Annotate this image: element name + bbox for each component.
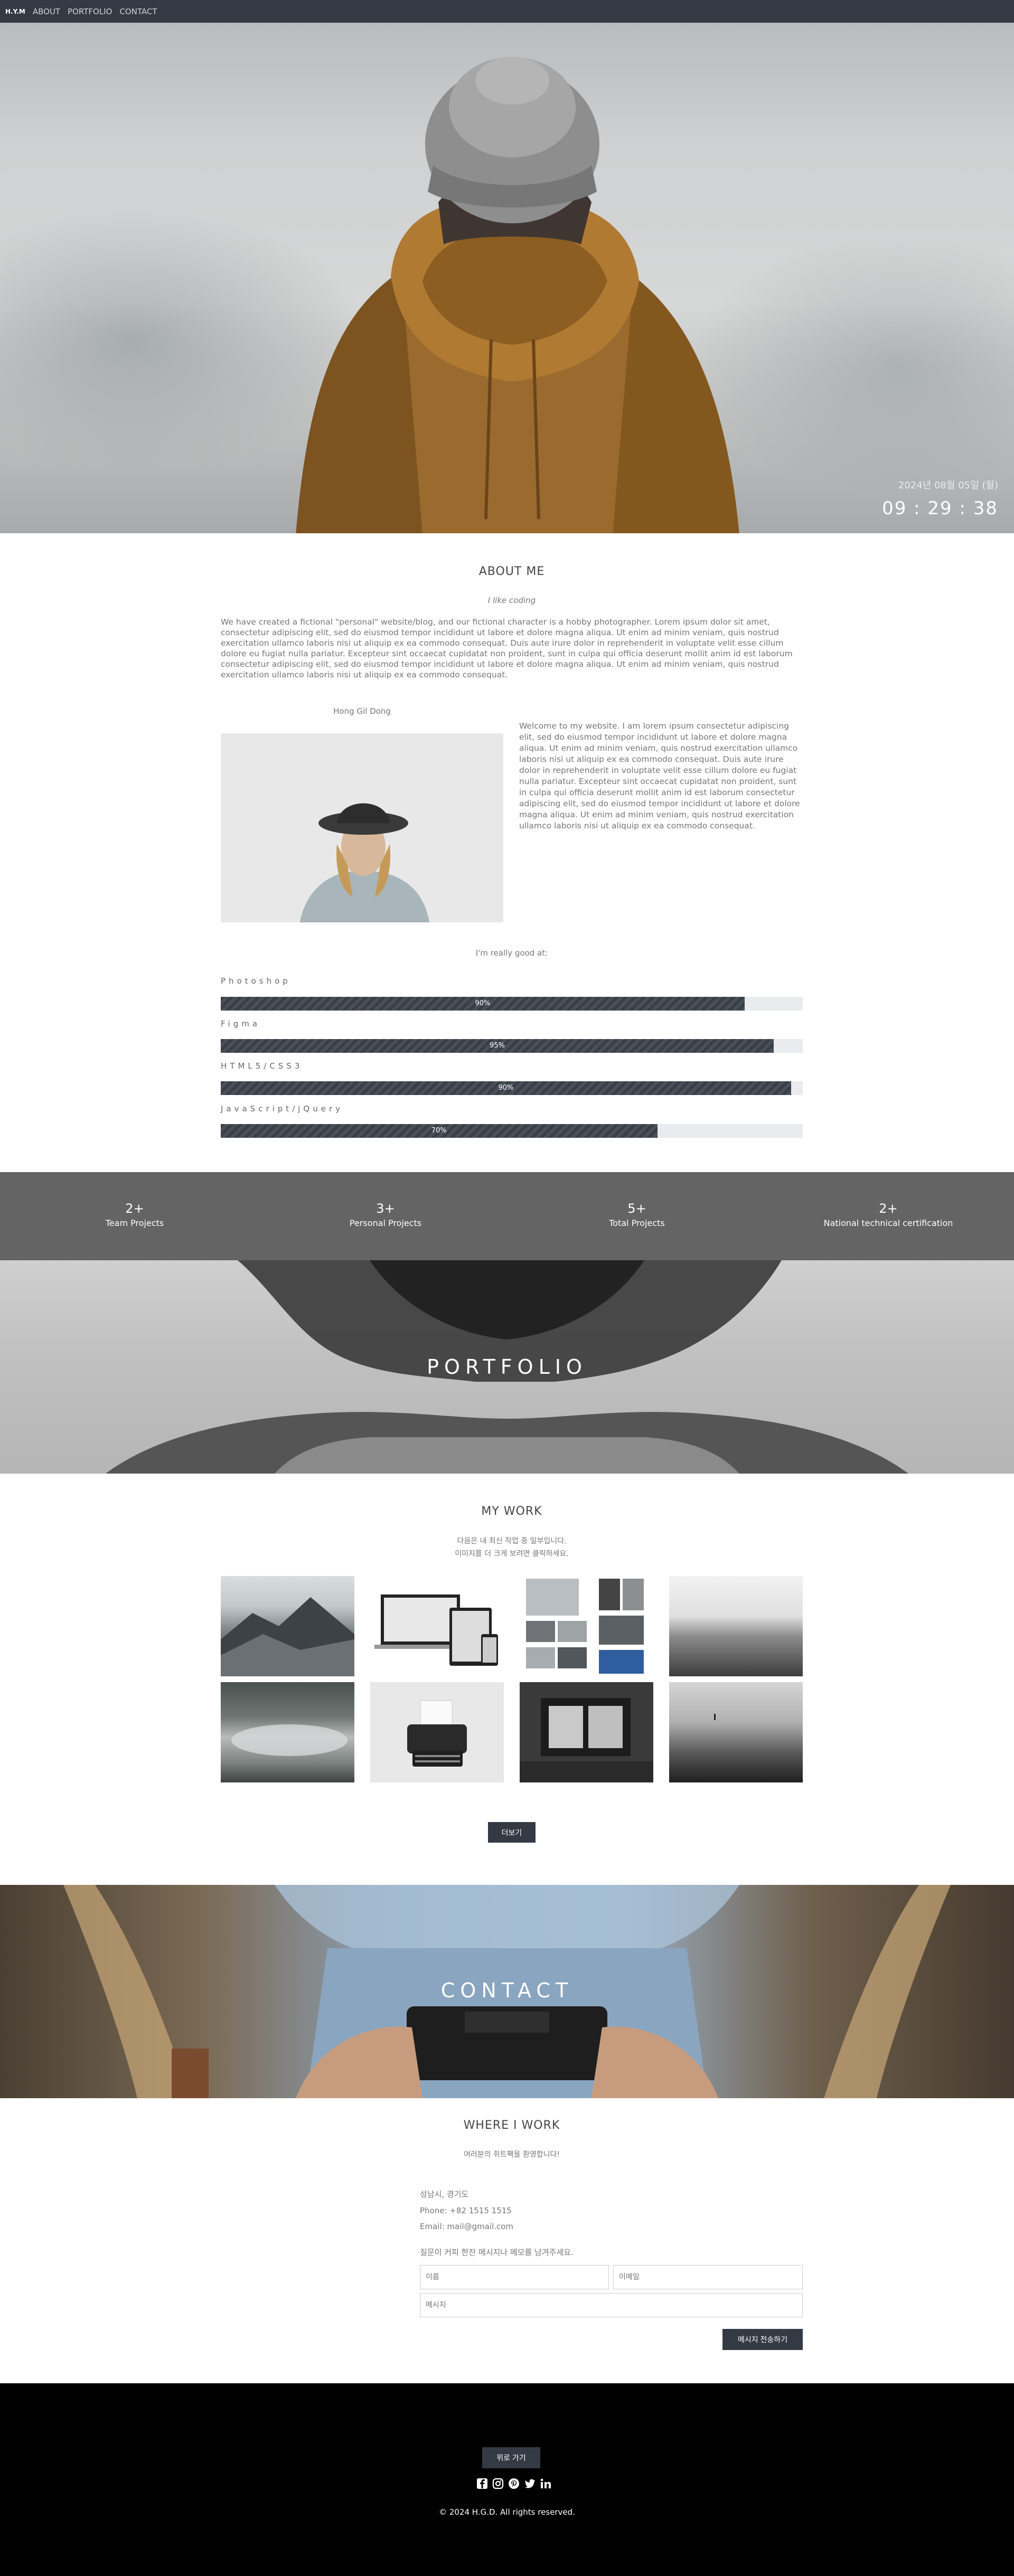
portfolio-thumb-mountain[interactable] (221, 1576, 354, 1676)
name-field[interactable] (420, 2265, 609, 2289)
skill-label-javascript: JavaScript/jQuery (221, 1104, 343, 1114)
stat-label: Personal Projects (349, 1218, 422, 1228)
hero-date: 2024년 08월 05일 (월) (898, 480, 998, 491)
copyright: © 2024 H.G.D. All rights reserved. (439, 2507, 575, 2517)
twitter-icon[interactable] (524, 2478, 536, 2489)
top-navbar: H.Y.M ABOUT PORTFOLIO CONTACT (0, 0, 1014, 23)
linkedin-icon[interactable] (540, 2478, 551, 2489)
facebook-icon[interactable] (476, 2478, 488, 2489)
profile-name: Hong Gil Dong (333, 706, 391, 716)
skill-bar-html-css: 90% (221, 1081, 803, 1095)
portfolio-thumb-forest-fog[interactable] (221, 1682, 354, 1782)
contact-phone: Phone: +82 1515 1515 (420, 2206, 512, 2215)
skill-label-html-css: HTML5/CSS3 (221, 1061, 303, 1071)
contact-email: Email: mail@gmail.com (420, 2222, 514, 2231)
skill-bar-fill: 90% (221, 1081, 791, 1095)
portfolio-thumb-train-window[interactable] (520, 1682, 653, 1782)
my-work-title: MY WORK (481, 1505, 542, 1518)
contact-banner: CONTACT (0, 1885, 1014, 2098)
social-links (476, 2478, 551, 2492)
stat-certification: 2+ National technical certification (809, 1201, 968, 1228)
stat-number: 3+ (376, 1201, 395, 1216)
stat-total-projects: 5+ Total Projects (558, 1201, 716, 1228)
hero-person-image (296, 57, 739, 533)
skill-bar-figma: 95% (221, 1039, 803, 1053)
skill-bar-photoshop: 90% (221, 997, 803, 1011)
skill-label-photoshop: Photoshop (221, 976, 291, 986)
portfolio-thumb-devices[interactable] (370, 1576, 504, 1676)
portfolio-thumb-typewriter[interactable] (370, 1682, 504, 1782)
nav-link-portfolio[interactable]: PORTFOLIO (68, 7, 112, 16)
profile-bio: Welcome to my website. I am lorem ipsum … (519, 721, 800, 831)
where-i-work-subtitle: 여러분의 취트팩을 환영합니다! (464, 2150, 560, 2159)
contact-city: 성남시, 경기도 (420, 2190, 469, 2199)
message-field[interactable] (420, 2293, 803, 2317)
stat-personal-projects: 3+ Personal Projects (306, 1201, 465, 1228)
brand-logo[interactable]: H.Y.M (5, 8, 25, 15)
portfolio-thumb-gallery[interactable] (520, 1576, 653, 1676)
stat-number: 2+ (125, 1201, 144, 1216)
stat-number: 2+ (879, 1201, 898, 1216)
portfolio-thumb-beach[interactable] (669, 1682, 803, 1782)
stat-number: 5+ (627, 1201, 646, 1216)
portfolio-banner: PORTFOLIO (0, 1260, 1014, 1474)
contact-prompt: 질문이 커피 한잔 메시지나 메모를 남겨주세요. (420, 2248, 574, 2257)
about-intro: We have created a fictional "personal" w… (221, 617, 793, 680)
stats-section: 2+ Team Projects 3+ Personal Projects 5+… (0, 1172, 1014, 1260)
stat-label: Team Projects (105, 1218, 164, 1228)
stat-label: National technical certification (823, 1218, 953, 1228)
skills-title: I'm really good at: (475, 948, 548, 958)
email-field[interactable] (613, 2265, 803, 2289)
hero-banner: 2024년 08월 05일 (월) 09 : 29 : 38 (0, 23, 1014, 533)
skill-bar-fill: 95% (221, 1039, 774, 1053)
skill-bar-fill: 90% (221, 997, 745, 1011)
stat-label: Total Projects (609, 1218, 665, 1228)
hero-clock: 09 : 29 : 38 (882, 498, 998, 519)
nav-link-about[interactable]: ABOUT (33, 7, 60, 16)
skill-bar-javascript: 70% (221, 1124, 803, 1138)
portfolio-banner-title: PORTFOLIO (427, 1355, 587, 1379)
about-subtitle: I like coding (487, 596, 536, 605)
stat-team-projects: 2+ Team Projects (55, 1201, 214, 1228)
profile-photo (221, 733, 503, 922)
nav-link-contact[interactable]: CONTACT (119, 7, 157, 16)
send-message-button[interactable]: 메시지 전송하기 (722, 2329, 803, 2350)
my-work-desc-2: 이미지를 더 크게 보려면 클릭하세요. (455, 1550, 569, 1558)
skill-bar-fill: 70% (221, 1124, 658, 1138)
pinterest-icon[interactable] (508, 2478, 520, 2489)
portfolio-thumb-sea[interactable] (669, 1576, 803, 1676)
more-button[interactable]: 더보기 (488, 1822, 536, 1843)
my-work-desc-1: 다음은 내 최신 작업 중 일부입니다. (457, 1537, 567, 1545)
back-to-top-button[interactable]: 위로 가기 (482, 2447, 540, 2468)
instagram-icon[interactable] (492, 2478, 504, 2489)
about-title: ABOUT ME (478, 565, 545, 578)
where-i-work-title: WHERE I WORK (463, 2119, 560, 2132)
skill-label-figma: Figma (221, 1019, 261, 1028)
contact-banner-title: CONTACT (440, 1979, 574, 2002)
